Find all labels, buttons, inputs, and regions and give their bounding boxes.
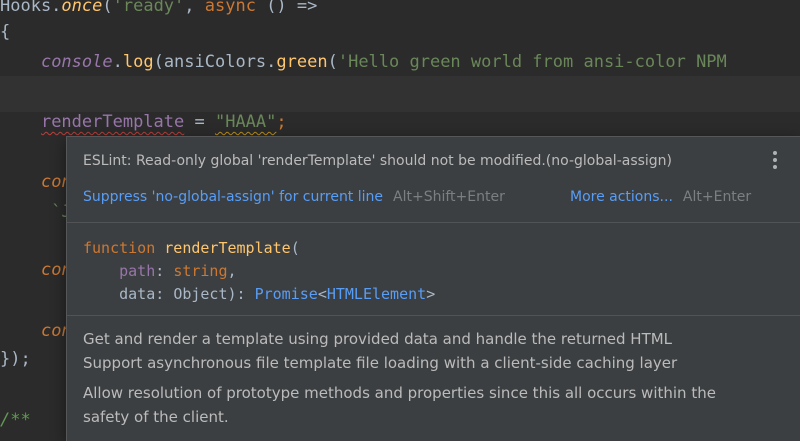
divider (67, 315, 800, 316)
sig-return-type-link[interactable]: Promise (255, 285, 318, 303)
eslint-message: ESLint: Read-only global 'renderTemplate… (83, 153, 673, 169)
sig-function-name: renderTemplate (164, 239, 291, 257)
sig-return-sep: ): (227, 285, 255, 303)
sig-generic: > (426, 285, 436, 303)
more-actions-link[interactable]: More actions... (570, 189, 673, 205)
sig-param-name: path (119, 262, 156, 280)
suppress-action-link[interactable]: Suppress 'no-global-assign' for current … (83, 189, 383, 205)
doc-line: safety of the client. (83, 408, 229, 426)
more-options-icon[interactable] (771, 151, 779, 171)
sig-generic: < (317, 285, 327, 303)
error-token-renderTemplate[interactable]: renderTemplate (41, 112, 184, 132)
popup-header: ESLint: Read-only global 'renderTemplate… (67, 137, 800, 222)
code-token: . (112, 52, 123, 72)
code-token: 'Hello green world from ansi-color NPM (337, 52, 727, 72)
divider (67, 222, 800, 223)
doc-line: Allow resolution of prototype methods an… (83, 384, 716, 402)
code-line-5[interactable]: renderTemplate = "HAAA"; (0, 104, 800, 140)
function-signature: function renderTemplate( path: string, d… (83, 239, 436, 303)
code-token: "HAAA" (214, 112, 277, 132)
code-token: green (276, 52, 328, 72)
sig-generic-type-link[interactable]: HTMLElement (327, 285, 426, 303)
doc-line: Get and render a template using provided… (83, 330, 673, 348)
inspection-popup: ESLint: Read-only global 'renderTemplate… (66, 136, 800, 441)
code-token: }); (0, 349, 31, 369)
sig-paren: ( (290, 239, 300, 257)
code-line-3[interactable]: console.log(ansiColors.green('Hello gree… (0, 44, 800, 80)
more-actions-shortcut: Alt+Enter (682, 189, 752, 205)
code-token: = (184, 112, 215, 132)
code-token: console (40, 52, 113, 72)
code-token: /** (0, 410, 31, 430)
code-token: ( (327, 52, 338, 72)
suppress-shortcut: Alt+Shift+Enter (393, 189, 505, 205)
doc-line: Support asynchronous file template file … (83, 354, 678, 372)
code-token: ; (276, 112, 287, 132)
code-token: (ansiColors. (153, 52, 277, 72)
sig-keyword: function (83, 239, 156, 257)
code-token: log (122, 52, 154, 72)
sig-param-name: data (119, 285, 156, 303)
code-token: { (0, 22, 11, 42)
sig-param-type: string (173, 262, 228, 280)
sig-param-type: Object (173, 285, 228, 303)
quick-actions: Suppress 'no-global-assign' for current … (83, 189, 751, 205)
documentation: Get and render a template using provided… (83, 327, 783, 429)
